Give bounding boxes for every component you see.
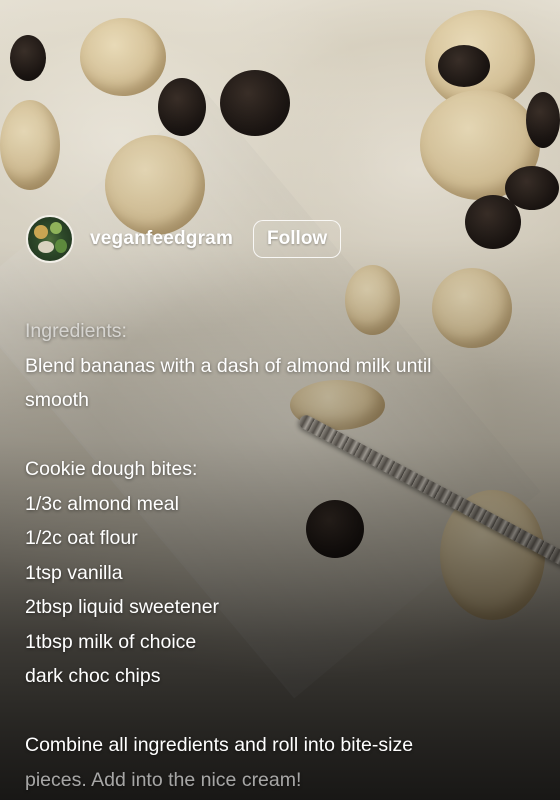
ingredient-item: dark choc chips (25, 665, 161, 687)
post-header: veganfeedgram Follow (26, 210, 342, 268)
caption-line: Blend bananas with a dash of almond milk… (25, 354, 432, 377)
cookie-dough-heading: Cookie dough bites: (25, 458, 198, 480)
post-caption: Ingredients: Blend bananas with a dash o… (25, 314, 535, 797)
caption-line: Combine all ingredients and roll into bi… (25, 734, 414, 756)
username-link[interactable]: veganfeedgram (90, 228, 233, 250)
follow-button[interactable]: Follow (253, 220, 342, 258)
ingredients-heading: Ingredients: (25, 320, 127, 342)
ingredient-item: 1/2c oat flour (25, 527, 138, 549)
ingredient-item: 1tsp vanilla (25, 561, 123, 584)
ingredient-item: 1tbsp milk of choice (25, 630, 197, 653)
profile-avatar-icon[interactable] (26, 215, 74, 263)
ingredient-item: 1/3c almond meal (25, 492, 179, 515)
caption-line: smooth (25, 389, 89, 411)
caption-line-faded: pieces. Add into the nice cream! (25, 768, 302, 791)
ingredient-item: 2tbsp liquid sweetener (25, 596, 220, 618)
